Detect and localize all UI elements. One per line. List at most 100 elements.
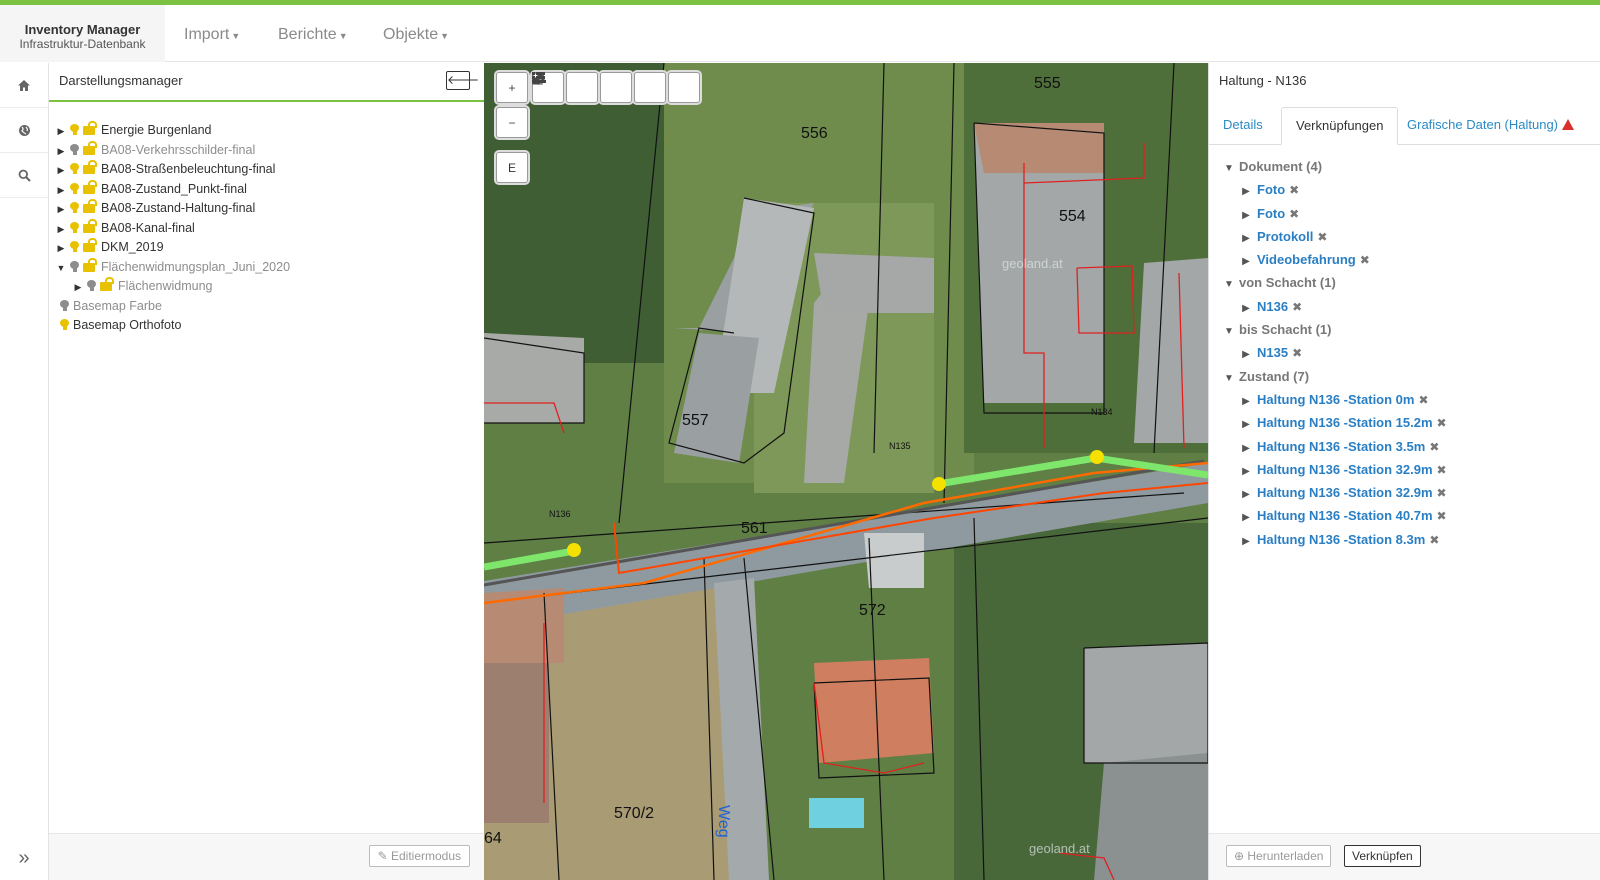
triangle-right-icon[interactable]: ▶: [1238, 204, 1254, 227]
zoom-in-button[interactable]: +: [496, 72, 528, 103]
brand[interactable]: Inventory Manager Infrastruktur-Datenban…: [0, 5, 165, 62]
triangle-right-icon[interactable]: ▶: [55, 220, 67, 240]
unlock-icon[interactable]: [83, 121, 97, 135]
triangle-right-icon[interactable]: ▶: [55, 200, 67, 220]
layer-row[interactable]: ▶ Energie Burgenland: [49, 121, 484, 141]
layer-row[interactable]: Basemap Farbe: [49, 297, 484, 317]
remove-link-icon[interactable]: ✖: [1437, 463, 1447, 477]
link-group[interactable]: ▼ Dokument (4): [1221, 155, 1591, 178]
remove-link-icon[interactable]: ✖: [1317, 230, 1327, 244]
remove-link-icon[interactable]: ✖: [1289, 207, 1299, 221]
unlock-icon[interactable]: [83, 160, 97, 174]
triangle-right-icon[interactable]: ▶: [1238, 227, 1254, 250]
triangle-right-icon[interactable]: ▶: [1238, 297, 1254, 320]
collapse-panel-button[interactable]: 🡐: [446, 71, 479, 90]
triangle-right-icon[interactable]: ▶: [1238, 483, 1254, 506]
download-button[interactable]: ⊕ Herunterladen: [1226, 845, 1332, 867]
link-item-label[interactable]: Foto: [1257, 182, 1285, 197]
triangle-right-icon[interactable]: ▶: [55, 161, 67, 181]
link-button[interactable]: Verknüpfen: [1344, 845, 1421, 867]
remove-link-icon[interactable]: ✖: [1289, 183, 1299, 197]
unlock-icon[interactable]: [83, 238, 97, 252]
rail-search-button[interactable]: [0, 153, 48, 198]
remove-link-icon[interactable]: ✖: [1437, 416, 1447, 430]
lightbulb-icon[interactable]: [60, 299, 69, 311]
triangle-down-icon[interactable]: ▼: [1221, 320, 1237, 343]
lightbulb-icon[interactable]: [70, 260, 79, 272]
triangle-right-icon[interactable]: ▶: [1238, 437, 1254, 460]
layer-row[interactable]: ▶ BA08-Straßenbeleuchtung-final: [49, 160, 484, 180]
triangle-right-icon[interactable]: ▶: [1238, 460, 1254, 483]
unlock-icon[interactable]: [83, 179, 97, 194]
layer-row[interactable]: ▶ BA08-Kanal-final: [49, 218, 484, 240]
triangle-right-icon[interactable]: ▶: [1238, 343, 1254, 366]
triangle-right-icon[interactable]: ▶: [1238, 180, 1254, 203]
lightbulb-icon[interactable]: [70, 163, 79, 174]
manhole-n136[interactable]: [567, 543, 581, 557]
move-button[interactable]: [532, 72, 700, 103]
link-item-label[interactable]: Haltung N136 -Station 3.5m: [1257, 439, 1425, 454]
remove-link-icon[interactable]: ✖: [1429, 440, 1439, 454]
map-edit-button[interactable]: E: [496, 152, 528, 183]
unlock-icon[interactable]: [83, 199, 97, 213]
lightbulb-icon[interactable]: [70, 241, 79, 252]
link-item-label[interactable]: Haltung N136 -Station 8.3m: [1257, 532, 1425, 547]
triangle-right-icon[interactable]: ▶: [72, 278, 84, 298]
manhole-n134[interactable]: [1090, 450, 1104, 464]
triangle-down-icon[interactable]: ▼: [1221, 367, 1237, 390]
lightbulb-icon[interactable]: [60, 319, 69, 330]
lightbulb-icon[interactable]: [70, 143, 79, 155]
remove-link-icon[interactable]: ✖: [1418, 393, 1428, 407]
menu-berichte[interactable]: Berichte ▼: [278, 5, 348, 62]
lightbulb-icon[interactable]: [70, 124, 79, 135]
tab-grafische-daten[interactable]: Grafische Daten (Haltung): [1393, 107, 1588, 145]
triangle-down-icon[interactable]: ▼: [1221, 273, 1237, 296]
manhole-n135[interactable]: [932, 477, 946, 491]
pdf-export-button[interactable]: [532, 72, 666, 103]
link-item-label[interactable]: Protokoll: [1257, 229, 1313, 244]
link-item-label[interactable]: Haltung N136 -Station 15.2m: [1257, 415, 1433, 430]
remove-link-icon[interactable]: ✖: [1437, 486, 1447, 500]
rail-home-button[interactable]: [0, 63, 48, 108]
triangle-right-icon[interactable]: ▶: [55, 142, 67, 162]
lightbulb-icon[interactable]: [87, 280, 96, 291]
triangle-right-icon[interactable]: ▶: [55, 122, 67, 142]
edit-mode-button[interactable]: ✎ Editiermodus: [368, 845, 470, 867]
triangle-right-icon[interactable]: ▶: [1238, 413, 1254, 436]
layer-row[interactable]: ▶ BA08-Verkehrsschilder-final: [49, 140, 484, 162]
link-item-label[interactable]: N136: [1257, 299, 1288, 314]
layer-row[interactable]: ▶ DKM_2019: [49, 238, 484, 258]
remove-link-icon[interactable]: ✖: [1360, 253, 1370, 267]
menu-objekte[interactable]: Objekte ▼: [383, 5, 449, 62]
link-item-label[interactable]: Haltung N136 -Station 32.9m: [1257, 485, 1433, 500]
remove-link-icon[interactable]: ✖: [1292, 300, 1302, 314]
link-item-label[interactable]: Haltung N136 -Station 32.9m: [1257, 462, 1433, 477]
layer-row[interactable]: ▶ Flächenwidmung: [49, 277, 484, 297]
triangle-right-icon[interactable]: ▶: [1238, 250, 1254, 273]
triangle-right-icon[interactable]: ▶: [1238, 506, 1254, 529]
map-view[interactable]: 555 556 554 557 561 572 570/2 64 N136 N1…: [484, 63, 1208, 880]
unlock-icon[interactable]: [83, 218, 97, 233]
triangle-right-icon[interactable]: ▶: [1238, 530, 1254, 553]
rail-globe-button[interactable]: [0, 108, 48, 153]
unlock-icon[interactable]: [83, 257, 97, 272]
layer-row[interactable]: ▶ BA08-Zustand-Haltung-final: [49, 199, 484, 219]
remove-link-icon[interactable]: ✖: [1429, 533, 1439, 547]
map-canvas[interactable]: 555 556 554 557 561 572 570/2 64 N136 N1…: [484, 63, 1208, 880]
link-item-label[interactable]: Videobefahrung: [1257, 252, 1356, 267]
layer-row[interactable]: ▼ Flächenwidmungsplan_Juni_2020: [49, 257, 484, 278]
link-item-label[interactable]: Foto: [1257, 206, 1285, 221]
double-chevron-right-icon[interactable]: »: [0, 847, 48, 870]
zoom-out-button[interactable]: −: [496, 107, 528, 138]
tab-details[interactable]: Details: [1209, 107, 1277, 145]
lightbulb-icon[interactable]: [70, 221, 79, 233]
layer-row[interactable]: ▶ BA08-Zustand_Punkt-final: [49, 179, 484, 200]
remove-link-icon[interactable]: ✖: [1292, 346, 1302, 360]
tab-verknuepfungen[interactable]: Verknüpfungen: [1281, 107, 1399, 145]
link-item-label[interactable]: Haltung N136 -Station 40.7m: [1257, 508, 1433, 523]
list-button[interactable]: [532, 72, 598, 103]
link-item-label[interactable]: N135: [1257, 345, 1288, 360]
fullscreen-button[interactable]: [532, 72, 632, 103]
triangle-down-icon[interactable]: ▼: [1221, 157, 1237, 180]
link-group[interactable]: ▼ Zustand (7): [1221, 365, 1591, 388]
